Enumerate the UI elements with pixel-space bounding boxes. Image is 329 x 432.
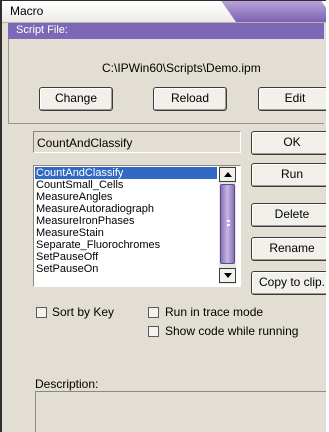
list-item[interactable]: CountAndClassify [35, 167, 217, 179]
run-trace-checkbox[interactable] [148, 307, 159, 318]
run-trace-label: Run in trace mode [165, 305, 264, 319]
scroll-down-button[interactable] [219, 268, 236, 283]
description-field[interactable] [35, 391, 326, 432]
ok-button[interactable]: OK [251, 131, 326, 155]
copy-to-clip-button[interactable]: Copy to clip. [251, 271, 326, 295]
list-item[interactable]: SetPauseOn [36, 263, 98, 275]
title-bar[interactable]: Macro [2, 1, 326, 23]
list-item[interactable]: CountSmall_Cells [36, 179, 123, 191]
script-file-group-header: Script File: [8, 23, 324, 39]
run-button[interactable]: Run [251, 163, 326, 187]
list-item[interactable]: Separate_Fluorochromes [36, 239, 160, 251]
macro-name-field[interactable]: CountAndClassify [33, 131, 241, 153]
scroll-up-button[interactable] [219, 167, 236, 182]
sort-by-key-checkbox[interactable] [36, 307, 47, 318]
list-item[interactable]: SetPauseOff [36, 251, 98, 263]
window-title: Macro [10, 4, 44, 18]
list-item[interactable]: MeasureIronPhases [36, 215, 134, 227]
edit-button[interactable]: Edit [258, 87, 326, 111]
sort-by-key-label: Sort by Key [52, 305, 115, 319]
macro-dialog: Macro Script File: C:\IPWin60\Scripts\De… [0, 0, 326, 432]
change-button[interactable]: Change [39, 87, 113, 111]
description-label: Description: [35, 377, 99, 391]
list-item[interactable]: MeasureAngles [36, 191, 112, 203]
title-bar-accent [221, 1, 326, 22]
arrow-down-icon [224, 273, 232, 278]
scroll-thumb[interactable] [220, 184, 235, 264]
list-item[interactable]: MeasureStain [36, 227, 104, 239]
grip-icon [227, 224, 230, 226]
macro-name-value: CountAndClassify [37, 136, 133, 150]
script-file-group [8, 39, 324, 124]
macro-list[interactable]: CountAndClassify CountSmall_Cells Measur… [33, 165, 241, 287]
show-code-label: Show code while running [165, 324, 299, 338]
rename-button[interactable]: Rename [251, 237, 326, 261]
grip-icon [227, 220, 230, 222]
script-file-label: Script File: [16, 24, 68, 36]
arrow-up-icon [224, 172, 232, 177]
show-code-checkbox[interactable] [148, 326, 159, 337]
list-item[interactable]: MeasureAutoradiograph [36, 203, 154, 215]
delete-button[interactable]: Delete [251, 203, 326, 227]
list-scrollbar[interactable] [219, 166, 236, 284]
reload-button[interactable]: Reload [153, 87, 227, 111]
script-file-path: C:\IPWin60\Scripts\Demo.ipm [102, 61, 261, 75]
